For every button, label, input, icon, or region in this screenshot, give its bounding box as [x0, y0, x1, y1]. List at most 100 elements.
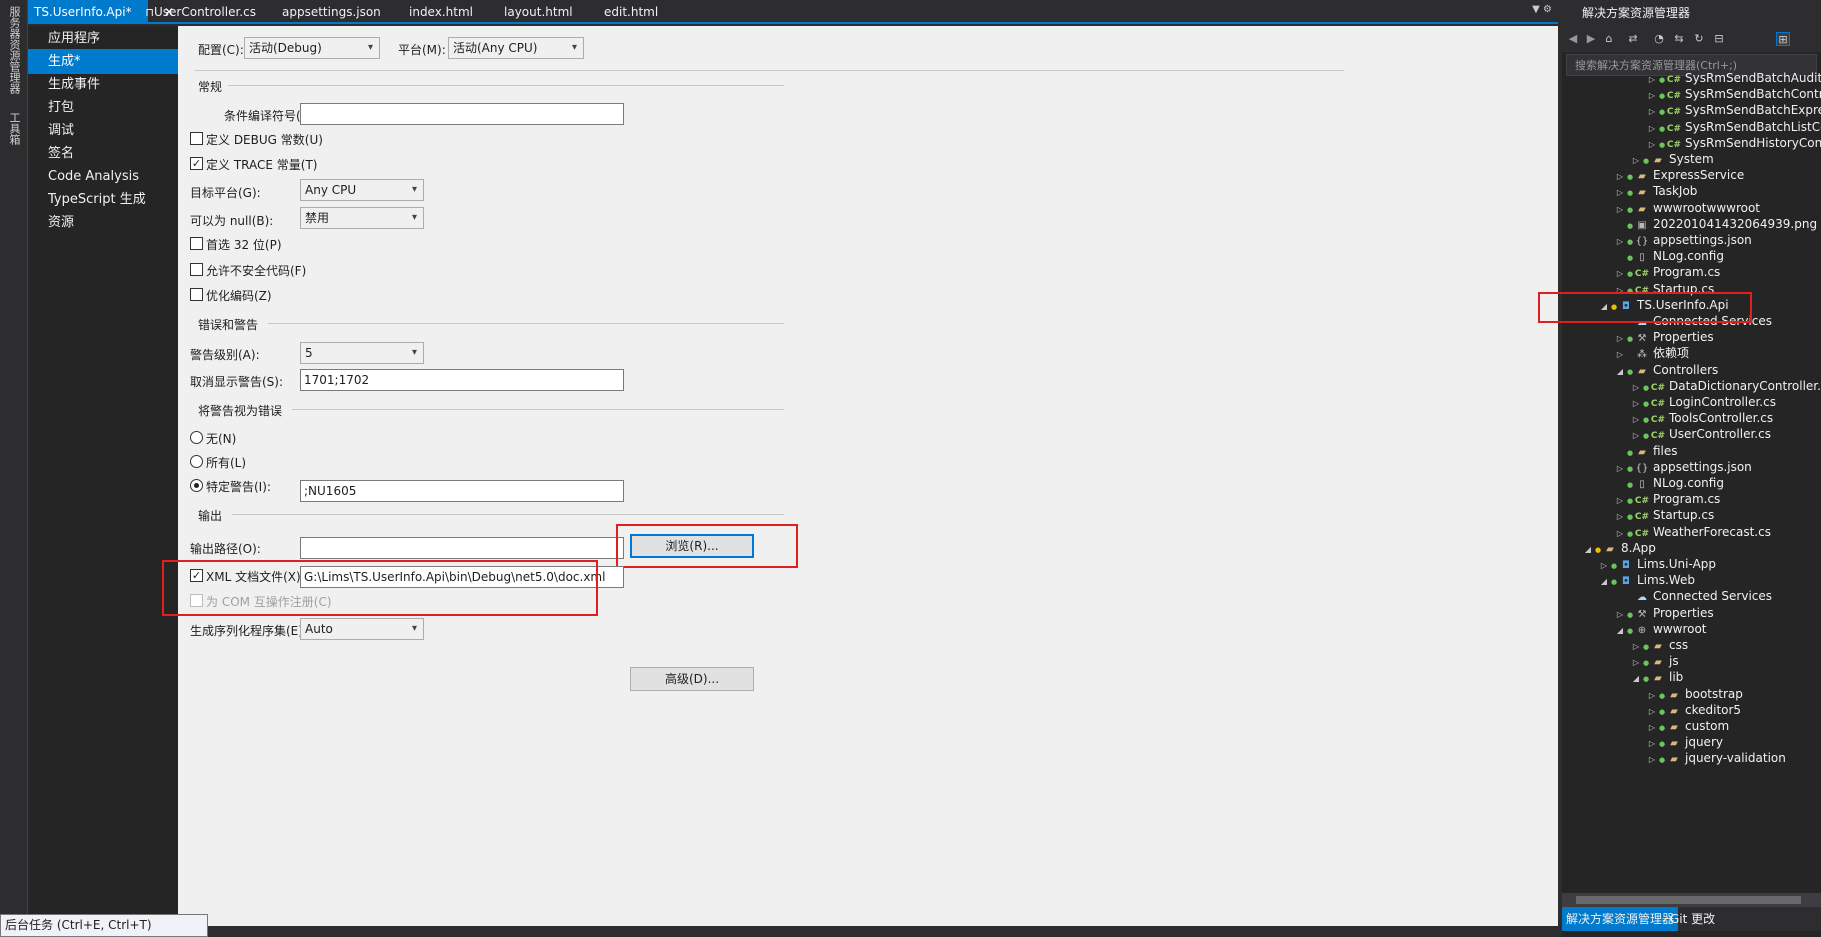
nav-code-analysis[interactable]: Code Analysis: [28, 164, 178, 189]
tab-dropdown-icon[interactable]: ▼ ⚙: [1532, 4, 1552, 15]
tree-item[interactable]: ▷ ● ⚒ Properties: [1614, 605, 1714, 622]
define-debug-checkbox[interactable]: [190, 132, 203, 145]
tree-item[interactable]: ▷●C#SysRmSendHistoryContro: [1646, 135, 1821, 152]
tree-item[interactable]: ▷ ● ◘ Lims.Uni-App: [1598, 556, 1716, 573]
optimize-checkbox[interactable]: [190, 288, 203, 301]
tree-item[interactable]: ▷ ●{} appsettings.json: [1614, 232, 1752, 249]
tree-item[interactable]: ◢ ● ▰ Controllers: [1614, 362, 1718, 379]
advanced-button[interactable]: 高级(D)...: [630, 667, 754, 691]
nav-build-events[interactable]: 生成事件: [28, 72, 178, 97]
tree-item[interactable]: ▷ ● ▰ js: [1630, 653, 1679, 670]
tree-item[interactable]: ▷ ● C# SysRmSendBatchControl: [1646, 86, 1821, 103]
back-icon[interactable]: ◀: [1566, 32, 1580, 46]
tree-item[interactable]: ● ▰ files: [1614, 443, 1678, 460]
nav-resources[interactable]: 资源: [28, 210, 178, 235]
tree-item[interactable]: ▷ ● C# Program.cs: [1614, 491, 1720, 508]
tree-item[interactable]: ▷ ● ▰ wwwrootwwwroot: [1614, 200, 1760, 217]
tree-item[interactable]: ▷ ● ▰ ckeditor5: [1646, 702, 1741, 719]
home-icon[interactable]: ⌂: [1602, 32, 1616, 46]
show-all-files-icon[interactable]: ⊞: [1776, 32, 1790, 46]
tree-item[interactable]: ● ▣ 202201041432064939.png: [1614, 216, 1817, 233]
pending-changes-icon[interactable]: ◔: [1652, 32, 1666, 46]
server-explorer-tab[interactable]: 服务器资源管理器: [6, 6, 22, 94]
tree-item[interactable]: ▷●C#SysRmSendBatchExpress: [1646, 102, 1821, 119]
horizontal-scrollbar[interactable]: [1562, 893, 1821, 907]
tree-item[interactable]: ◢ ● ⊕ wwwroot: [1614, 621, 1707, 638]
nav-typescript-build[interactable]: TypeScript 生成: [28, 187, 178, 212]
nav-application[interactable]: 应用程序: [28, 26, 178, 51]
suppress-warnings-input[interactable]: 1701;1702: [300, 369, 624, 391]
unsafe-code-checkbox[interactable]: [190, 263, 203, 276]
specific-warnings-input[interactable]: ;NU1605: [300, 480, 624, 502]
define-trace-checkbox[interactable]: ✓: [190, 157, 203, 170]
tree-item[interactable]: ▷ ● ▰ custom: [1646, 718, 1729, 735]
expanded-arrow-icon[interactable]: ◢: [1614, 363, 1626, 380]
target-platform-select[interactable]: Any CPU ▾: [300, 179, 424, 201]
warning-level-select[interactable]: 5 ▾: [300, 342, 424, 364]
tab-edit-html[interactable]: edit.html: [598, 0, 664, 24]
collapsed-arrow-icon[interactable]: ▷: [1646, 751, 1658, 768]
tree-item-label: Lims.Uni-App: [1637, 557, 1717, 571]
toolbox-tab[interactable]: 工具箱: [6, 112, 22, 145]
tree-item[interactable]: ◢ ● ▰ lib: [1630, 669, 1683, 686]
tree-item[interactable]: ◢ ● ▰ 8.App: [1582, 540, 1656, 557]
prefer32-checkbox[interactable]: [190, 237, 203, 250]
expanded-arrow-icon[interactable]: ◢: [1598, 573, 1610, 590]
tab-index-html[interactable]: index.html: [403, 0, 479, 24]
expanded-arrow-icon[interactable]: ◢: [1630, 670, 1642, 687]
nav-package[interactable]: 打包: [28, 95, 178, 120]
tree-item[interactable]: ● ▯ NLog.config: [1614, 475, 1724, 492]
tree-item[interactable]: ▷ ● ▰ TaskJob: [1614, 183, 1697, 200]
tree-item[interactable]: ▷●C#SysRmSendBatchListCont: [1646, 119, 1821, 136]
tree-item[interactable]: ▷ ● ▰ jquery-validation: [1646, 750, 1786, 767]
tab-solution-explorer[interactable]: 解决方案资源管理器: [1562, 907, 1679, 931]
refresh-icon[interactable]: ↻: [1692, 32, 1706, 46]
tree-item[interactable]: ▷ ● ▰ jquery: [1646, 734, 1723, 751]
tree-item[interactable]: ▷ ● ▰ bootstrap: [1646, 686, 1743, 703]
nav-signing[interactable]: 签名: [28, 141, 178, 166]
collapse-all-icon[interactable]: ⊟: [1712, 32, 1726, 46]
treat-all-radio[interactable]: [190, 455, 203, 468]
tab-usercontroller[interactable]: UserController.cs: [148, 0, 262, 24]
nullable-select[interactable]: 禁用 ▾: [300, 207, 424, 229]
platform-label: 平台(M):: [398, 43, 446, 57]
tree-item[interactable]: ▷ ● C# Startup.cs: [1614, 507, 1714, 524]
tree-item[interactable]: ▷ ● C# UserController.cs: [1630, 426, 1771, 443]
tree-item[interactable]: ▷ ●{} appsettings.json: [1614, 459, 1752, 476]
output-path-input[interactable]: [300, 537, 624, 559]
tree-item[interactable]: ▷ ● ▰ ExpressService: [1614, 167, 1744, 184]
conditional-symbols-input[interactable]: [300, 103, 624, 125]
sync-icon[interactable]: ⇆: [1672, 32, 1686, 46]
tree-item-label: lib: [1669, 670, 1684, 685]
tree-item[interactable]: ▷ ● ⚒ Properties: [1614, 329, 1714, 346]
tab-git-changes[interactable]: Git 更改: [1666, 907, 1719, 931]
switch-views-icon[interactable]: ⇄: [1626, 32, 1640, 46]
tree-item[interactable]: ▷ ⁂ 依赖项: [1614, 345, 1689, 362]
treat-none-radio[interactable]: [190, 431, 203, 444]
treat-specific-radio[interactable]: [190, 479, 203, 492]
tree-item[interactable]: ▷ ● C# Program.cs: [1614, 264, 1720, 281]
tab-ts-userinfo-api[interactable]: TS.UserInfo.Api* ⊓ ✕: [28, 0, 174, 24]
tree-item[interactable]: ▷●C#SysRmSendBatchAuditCo: [1646, 70, 1821, 87]
serialization-select[interactable]: Auto ▾: [300, 618, 424, 640]
expanded-arrow-icon[interactable]: ◢: [1582, 541, 1594, 558]
forward-icon[interactable]: ▶: [1584, 32, 1598, 46]
tab-appsettings[interactable]: appsettings.json: [276, 0, 387, 24]
tree-item[interactable]: ▷ ● C# WeatherForecast.cs: [1614, 524, 1771, 541]
platform-select[interactable]: 活动(Any CPU) ▾: [448, 37, 584, 59]
tree-item[interactable]: ☁ Connected Services: [1614, 588, 1772, 605]
tree-item[interactable]: ▷ ● C# DataDictionaryController.cs: [1630, 378, 1821, 395]
tab-layout-html[interactable]: layout.html: [498, 0, 579, 24]
tree-item[interactable]: ▷ ● C# LoginController.cs: [1630, 394, 1776, 411]
tree-item[interactable]: ● ▯ NLog.config: [1614, 248, 1724, 265]
tree-item[interactable]: ▷ ● C# ToolsController.cs: [1630, 410, 1773, 427]
tree-item[interactable]: ▷ ● ▰ System: [1630, 151, 1714, 168]
tree-item[interactable]: ▷ ● ▰ css: [1630, 637, 1688, 654]
scrollbar-thumb[interactable]: [1576, 896, 1801, 904]
tree-item[interactable]: ◢ ● ◘ Lims.Web: [1598, 572, 1695, 589]
config-select[interactable]: 活动(Debug) ▾: [244, 37, 380, 59]
tree-item-label: Controllers: [1653, 362, 1719, 377]
nav-build[interactable]: 生成*: [28, 49, 184, 74]
expanded-arrow-icon[interactable]: ◢: [1614, 622, 1626, 639]
nav-debug[interactable]: 调试: [28, 118, 178, 143]
